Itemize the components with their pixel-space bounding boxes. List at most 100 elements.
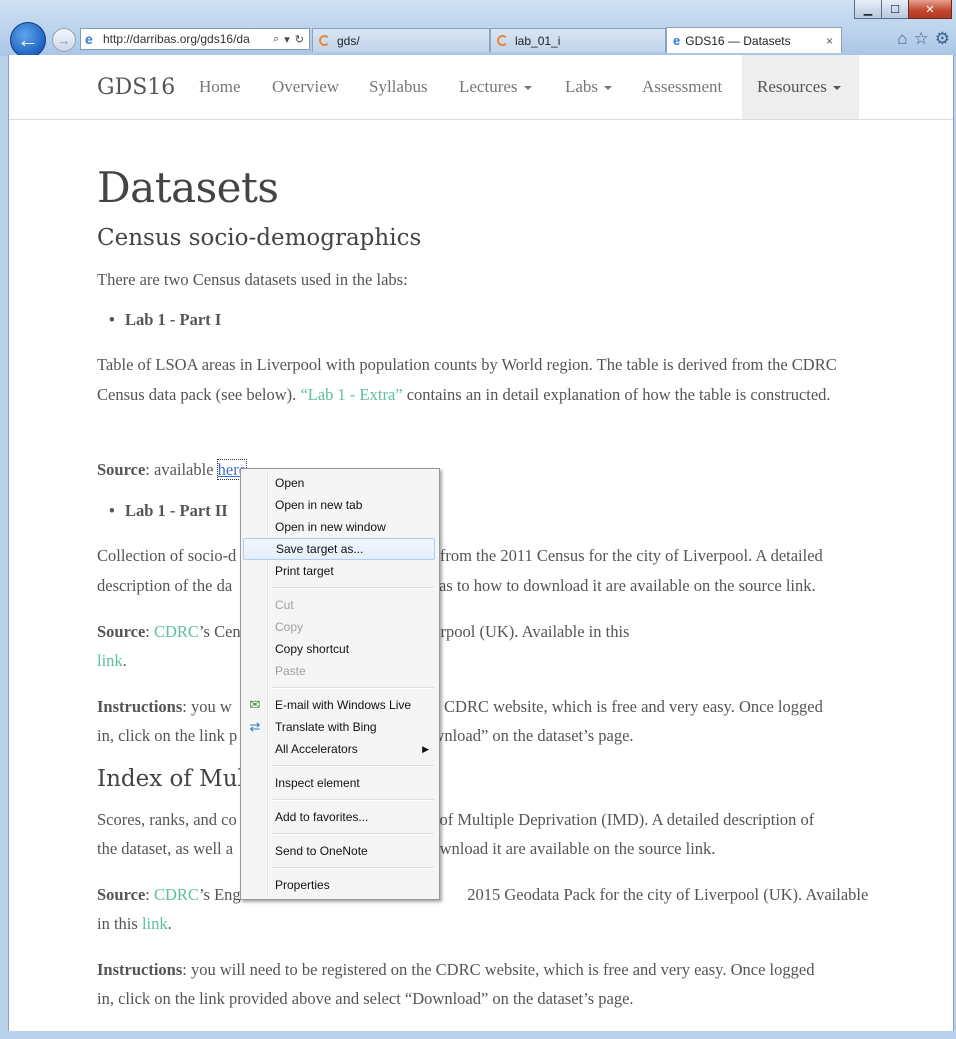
loading-icon [497,35,508,46]
imd-line1: Scores, ranks, and co ex of Multiple Depr… [97,805,877,835]
source1-line: Source: available here [97,455,877,485]
text: download it are available on the source … [423,839,716,858]
cdrc-link[interactable]: CDRC [154,622,199,641]
submenu-arrow-icon: ▶ [422,744,429,754]
bullet-lab1-part1: Lab 1 - Part I [109,310,221,330]
instructions2-line1: Instructions: you will need to be regist… [97,955,877,985]
tab-datasets[interactable]: e GDS16 — Datasets × [666,27,842,53]
favorites-star-icon[interactable]: ☆ [914,29,929,49]
gear-icon[interactable]: ⚙ [935,29,950,49]
menu-item-add-favorites[interactable]: Add to favorites... [243,806,435,828]
instructions1-line1: Instructions: you w the CDRC website, whi… [97,692,877,722]
close-window-button[interactable]: ✕ [908,0,952,19]
nav-label: Resources [757,77,827,96]
text: Scores, ranks, and co [97,810,237,829]
menu-item-open-new-window[interactable]: Open in new window [243,516,435,538]
caret-down-icon [832,86,841,91]
text: 2015 Geodata Pack for the city of Liverp… [467,885,869,904]
menu-item-cut[interactable]: Cut [243,594,435,616]
maximize-button[interactable]: ☐ [881,0,909,19]
dropdown-icon[interactable]: ▾ [284,33,290,46]
text: Collection of socio-d [97,546,237,565]
window-bottom-border [0,1031,956,1039]
menu-item-paste[interactable]: Paste [243,660,435,682]
nav-resources[interactable]: Resources [742,55,859,119]
link[interactable]: link [142,914,168,933]
menu-separator [272,867,434,869]
menu-item-send-onenote[interactable]: Send to OneNote [243,840,435,862]
search-icon[interactable]: ⌕ [273,33,279,46]
menu-item-translate-bing[interactable]: ⇄ Translate with Bing [243,716,435,738]
text: the dataset, as well a [97,839,234,858]
cdrc-link[interactable]: CDRC [154,885,199,904]
nav-lectures[interactable]: Lectures [444,55,547,119]
nav-label: Labs [565,77,599,96]
menu-label: E-mail with Windows Live [275,698,412,712]
address-bar[interactable]: e http://darribas.org/gds16/da ⌕ ▾ ↻ [80,28,310,50]
source3-link-line: in this link. [97,914,172,933]
context-menu: Open Open in new tab Open in new window … [240,468,440,900]
window-controls: ▁ ☐ ✕ [854,0,952,19]
census-heading: Census socio-demographics [97,225,422,251]
menu-item-properties[interactable]: Properties [243,874,435,896]
loading-icon [319,35,330,46]
nav-assessment[interactable]: Assessment [627,55,737,119]
nav-syllabus[interactable]: Syllabus [354,55,443,119]
nav-overview[interactable]: Overview [257,55,354,119]
tab-close-icon[interactable]: × [826,34,833,48]
menu-item-open[interactable]: Open [243,472,435,494]
text: ex of Multiple Deprivation (IMD). A deta… [419,810,815,829]
back-button[interactable]: ← [10,22,46,58]
source3-line: Source: CDRC’s Engl 2015 Geodata Pack for… [97,885,869,904]
menu-separator [272,799,434,801]
text: description of the da [97,576,233,595]
forward-button[interactable]: → [52,28,76,52]
nav-label: Lectures [459,77,518,96]
text: : you w [182,697,232,716]
refresh-icon[interactable]: ↻ [295,33,304,46]
intro-text: There are two Census datasets used in th… [97,270,408,289]
page-title: Datasets [97,163,279,212]
text: ns as to how to download it are availabl… [420,576,816,595]
tab-label: lab_01_i [515,33,561,48]
text: ’s Engl [198,885,246,904]
tab-gds[interactable]: gds/ [312,28,490,52]
link[interactable]: link [97,651,123,670]
menu-separator [272,587,434,589]
menu-separator [272,833,434,835]
menu-item-all-accelerators[interactable]: All Accelerators ▶ [243,738,435,760]
nav-label: Assessment [642,77,723,96]
back-arrow-icon: ← [17,27,39,52]
tab-label: gds/ [337,33,360,48]
menu-item-save-target[interactable]: Save target as... [243,538,435,560]
tab-label: GDS16 — Datasets [685,33,791,48]
tab-lab01[interactable]: lab_01_i [490,28,666,52]
ie-logo-icon: e [85,31,93,47]
site-brand[interactable]: GDS16 [97,75,175,100]
browser-toolbar: ⌂ ☆ ⚙ [897,29,950,49]
minimize-button[interactable]: ▁ [854,0,882,19]
caret-down-icon [523,86,532,91]
lab1-extra-link[interactable]: “Lab 1 - Extra” [300,385,402,404]
text: contains an in detail explanation of how… [402,384,831,404]
instructions2-line2: in, click on the link provided above and… [97,989,634,1008]
menu-item-copy[interactable]: Copy [243,616,435,638]
translate-icon: ⇄ [249,719,261,734]
menu-item-inspect-element[interactable]: Inspect element [243,772,435,794]
home-icon[interactable]: ⌂ [897,29,907,49]
part2-line1: Collection of socio-d s from the 2011 Cen… [97,541,877,571]
nav-labs[interactable]: Labs [550,55,627,119]
menu-item-open-new-tab[interactable]: Open in new tab [243,494,435,516]
caret-down-icon [604,86,613,91]
text: : you will need to be registered on the … [182,960,815,979]
menu-label: Translate with Bing [275,720,377,734]
address-url[interactable]: http://darribas.org/gds16/da [103,32,273,46]
menu-item-print-target[interactable]: Print target [243,560,435,582]
nav-home[interactable]: Home [184,55,256,119]
text: Download” on the dataset’s page. [412,726,634,745]
imd-line2: the dataset, as well a download it are av… [97,834,877,864]
source-label: Source [97,885,146,904]
menu-item-email-windows-live[interactable]: ✉ E-mail with Windows Live [243,694,435,716]
forward-arrow-icon: → [57,32,71,48]
menu-item-copy-shortcut[interactable]: Copy shortcut [243,638,435,660]
